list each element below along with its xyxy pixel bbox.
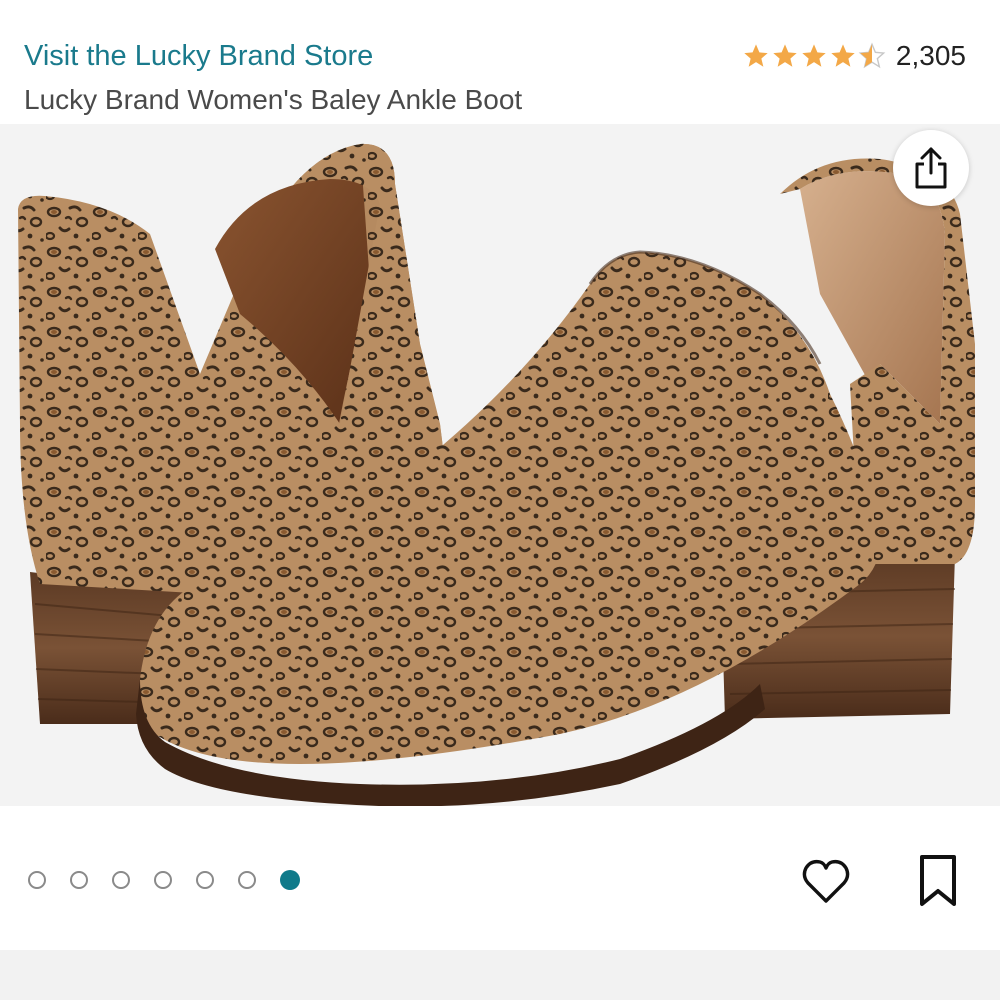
bookmark-icon[interactable] <box>915 853 961 909</box>
star-rating <box>742 42 886 70</box>
heart-icon[interactable] <box>800 856 852 908</box>
pagination-dot[interactable] <box>238 871 256 889</box>
half-star-icon <box>858 42 886 69</box>
visit-store-link[interactable]: Visit the Lucky Brand Store <box>24 40 373 73</box>
pagination-dot[interactable] <box>70 871 88 889</box>
pagination-dot[interactable] <box>196 871 214 889</box>
star-icon <box>802 44 826 67</box>
pagination-dot[interactable] <box>154 871 172 889</box>
product-image <box>18 143 975 806</box>
star-icon <box>744 44 768 67</box>
pagination-dot[interactable] <box>28 871 46 889</box>
rating-count[interactable]: 2,305 <box>896 40 966 72</box>
star-icon <box>773 44 797 67</box>
product-image-gallery[interactable] <box>0 124 1000 806</box>
pagination-dot[interactable] <box>112 871 130 889</box>
bottom-divider <box>0 950 1000 1000</box>
product-title: Lucky Brand Women's Baley Ankle Boot <box>24 84 523 115</box>
rating-summary[interactable]: 2,305 <box>742 40 966 72</box>
share-icon <box>915 147 947 189</box>
star-icon <box>831 44 855 67</box>
image-pagination <box>28 870 300 890</box>
pagination-dot-active[interactable] <box>280 870 300 890</box>
share-button[interactable] <box>893 130 969 206</box>
